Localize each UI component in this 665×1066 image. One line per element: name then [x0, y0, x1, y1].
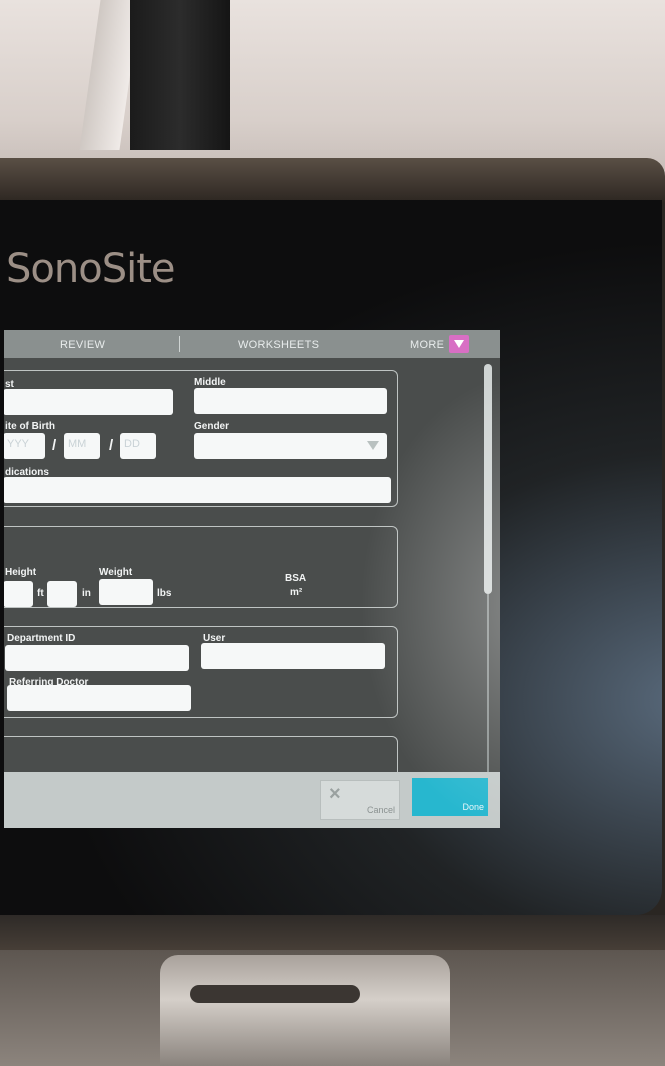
height-in-field[interactable] [47, 581, 77, 607]
middle-name-field[interactable] [194, 388, 387, 414]
tab-worksheets[interactable]: WORKSHEETS [238, 339, 319, 351]
device-top-edge [0, 158, 665, 204]
stand-slot [190, 985, 360, 1003]
dob-day-placeholder: DD [124, 438, 140, 450]
scrollbar-thumb[interactable] [484, 364, 492, 594]
dob-day-field[interactable]: DD [120, 433, 156, 459]
department-id-field[interactable] [5, 645, 189, 671]
dob-year-placeholder: YYY [7, 438, 30, 450]
tab-review[interactable]: REVIEW [60, 339, 105, 351]
patient-panel: st Middle ite of Birth Gender YYY / MM /… [4, 370, 398, 507]
done-label: Done [462, 802, 484, 812]
bsa-unit: m² [290, 587, 303, 598]
cancel-label: Cancel [366, 805, 395, 815]
chevron-down-icon [367, 441, 379, 450]
gender-label: Gender [194, 421, 230, 432]
done-button[interactable]: Done [412, 778, 488, 816]
weight-field[interactable] [99, 579, 153, 605]
tab-more[interactable]: MORE [410, 339, 444, 351]
tab-divider [179, 336, 180, 352]
weight-label: Weight [99, 567, 133, 578]
cancel-button[interactable]: × Cancel [320, 780, 400, 820]
gender-select[interactable] [194, 433, 387, 459]
tab-bar: REVIEW WORKSHEETS MORE [4, 330, 500, 358]
height-ft-field[interactable] [4, 581, 33, 607]
referring-doctor-field[interactable] [7, 685, 191, 711]
weight-unit: lbs [157, 588, 172, 599]
brand-logo: SonoSite [6, 246, 175, 292]
dob-separator: / [52, 437, 57, 454]
dob-month-field[interactable]: MM [64, 433, 100, 459]
close-icon: × [329, 783, 341, 805]
dob-label: ite of Birth [5, 421, 55, 432]
more-dropdown-icon[interactable] [449, 335, 469, 353]
dob-separator: / [109, 437, 114, 454]
scrollbar-track [487, 594, 489, 772]
dob-month-placeholder: MM [68, 438, 87, 450]
device-bottom-edge [0, 915, 665, 955]
user-field[interactable] [201, 643, 385, 669]
dob-year-field[interactable]: YYY [4, 433, 45, 459]
department-id-label: Department ID [7, 633, 76, 644]
mount-pole [130, 0, 230, 150]
measurements-panel: Height ft in Weight lbs BSA m² [4, 526, 398, 608]
device-stand [160, 955, 450, 1066]
height-ft-unit: ft [37, 588, 44, 599]
height-label: Height [5, 567, 37, 578]
bsa-label: BSA [285, 573, 307, 584]
exam-info-panel: Department ID User Referring Doctor [4, 626, 398, 718]
patient-form-screen: REVIEW WORKSHEETS MORE st Middle ite of … [4, 330, 500, 828]
middle-name-label: Middle [194, 377, 226, 388]
last-name-field[interactable] [4, 389, 173, 415]
height-in-unit: in [82, 588, 91, 599]
indications-field[interactable] [4, 477, 391, 503]
